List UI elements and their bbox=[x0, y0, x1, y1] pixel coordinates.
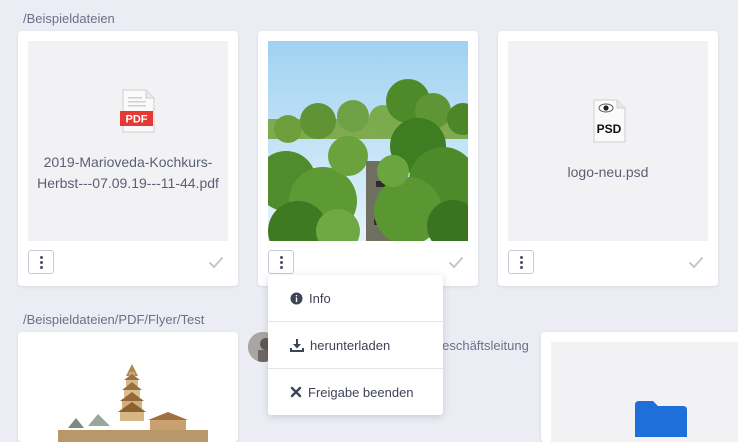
file-thumbnail[interactable]: PDF 2019-Marioveda-Kochkurs- Herbst---07… bbox=[28, 41, 228, 241]
file-thumbnail[interactable]: PSD logo-neu.psd bbox=[508, 41, 708, 241]
pagoda-image bbox=[58, 364, 208, 442]
group-label: Geschäftsleitung bbox=[432, 338, 529, 353]
psd-badge: PSD bbox=[597, 122, 622, 136]
file-menu-button[interactable] bbox=[508, 250, 534, 274]
more-vertical-icon bbox=[519, 255, 523, 270]
file-card-image[interactable] bbox=[258, 31, 478, 286]
folder-icon bbox=[635, 401, 687, 437]
file-card-pdf[interactable]: PDF 2019-Marioveda-Kochkurs- Herbst---07… bbox=[18, 31, 238, 286]
close-icon bbox=[290, 386, 302, 398]
file-context-menu: Info herunterladen Freigabe beenden bbox=[268, 275, 443, 415]
menu-item-label: Info bbox=[309, 290, 331, 306]
file-name-line: 2019-Marioveda-Kochkurs- bbox=[43, 154, 213, 170]
pdf-file-icon: PDF bbox=[120, 89, 155, 133]
folder-path-label: /Beispieldateien bbox=[23, 11, 115, 26]
folder-path-label: /Beispieldateien/PDF/Flyer/Test bbox=[23, 312, 205, 327]
file-name: logo-neu.psd bbox=[567, 164, 649, 180]
psd-file-icon: PSD bbox=[593, 99, 626, 143]
file-card-psd[interactable]: PSD logo-neu.psd bbox=[498, 31, 718, 286]
info-icon bbox=[290, 292, 303, 304]
menu-item-label: herunterladen bbox=[310, 337, 391, 353]
more-vertical-icon bbox=[279, 255, 283, 270]
file-menu-button[interactable] bbox=[28, 250, 54, 274]
file-menu-button[interactable] bbox=[268, 250, 294, 274]
menu-item-info[interactable]: Info bbox=[268, 275, 443, 321]
photo-trees bbox=[268, 41, 468, 241]
menu-item-download[interactable]: herunterladen bbox=[268, 321, 443, 368]
file-name-line: Herbst---07.09.19---11-44.pdf bbox=[37, 175, 219, 191]
menu-item-label: Freigabe beenden bbox=[308, 384, 414, 400]
checkmark-icon[interactable] bbox=[448, 255, 464, 269]
more-vertical-icon bbox=[39, 255, 43, 270]
menu-item-stop-sharing[interactable]: Freigabe beenden bbox=[268, 368, 443, 415]
download-icon bbox=[290, 338, 304, 352]
checkmark-icon[interactable] bbox=[688, 255, 704, 269]
checkmark-icon[interactable] bbox=[208, 255, 224, 269]
image-thumbnail[interactable] bbox=[28, 342, 228, 442]
image-thumbnail[interactable] bbox=[268, 41, 468, 241]
folder-thumbnail[interactable] bbox=[551, 342, 738, 442]
pdf-badge: PDF bbox=[126, 114, 148, 126]
